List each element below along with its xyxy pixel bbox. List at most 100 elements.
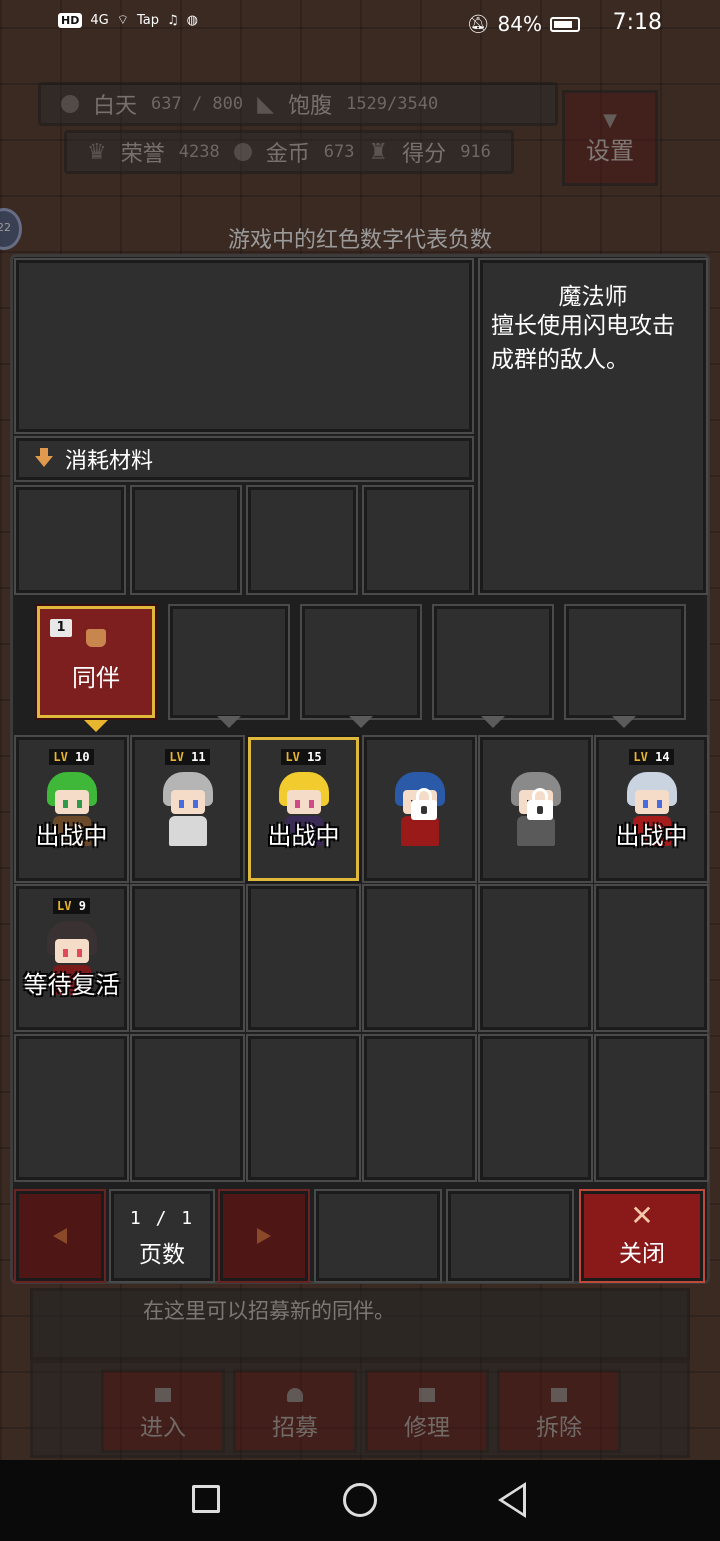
material-slot[interactable]	[14, 485, 126, 595]
chevron-down-icon	[349, 716, 373, 728]
settings-icon: ▼	[603, 110, 617, 131]
hero-cell[interactable]: LV 14 出战中	[594, 735, 709, 883]
recruit-hint: 在这里可以招募新的同伴。	[143, 1299, 395, 1323]
food-icon: ◣	[257, 91, 275, 117]
team-slot-2[interactable]	[168, 604, 290, 720]
hero-cell-empty[interactable]	[594, 884, 709, 1032]
score-label: 得分	[402, 142, 447, 167]
description-box: 魔法师 擅长使用闪电攻击成群的敌人。	[478, 258, 708, 595]
level-badge: LV 15	[251, 749, 356, 765]
trophy-icon: ♜	[368, 139, 389, 165]
next-page-button[interactable]	[218, 1189, 310, 1283]
hero-preview	[14, 258, 474, 434]
hero-cell-empty[interactable]	[594, 1034, 709, 1182]
hero-status: 等待复活	[23, 971, 120, 999]
crown-icon: ♛	[87, 139, 107, 165]
music-icon: ♫	[166, 12, 179, 28]
settings-label: 设置	[586, 137, 634, 165]
prev-page-button[interactable]	[14, 1189, 106, 1283]
hero-status: 出战中	[267, 822, 340, 850]
hero-cell-empty[interactable]	[246, 884, 361, 1032]
clock: 7:18	[612, 10, 662, 35]
battery-icon	[550, 16, 580, 32]
house-icon	[155, 1388, 171, 1402]
team-slot-3[interactable]	[300, 604, 422, 720]
hero-status: 出战中	[615, 822, 688, 850]
hud-row-top: 白天 637 / 800 ◣ 饱腹 1529/3540	[38, 82, 558, 126]
hero-cell-empty[interactable]	[246, 1034, 361, 1182]
page-label: 页数	[139, 1242, 185, 1268]
page-count: 1 / 1	[129, 1208, 195, 1229]
day-label: 白天	[93, 94, 138, 119]
hero-cell-empty[interactable]	[130, 884, 245, 1032]
back-button[interactable]	[498, 1482, 526, 1518]
level-badge: LV 9	[19, 898, 124, 914]
hero-cell-empty[interactable]	[130, 1034, 245, 1182]
wifi-icon: ⌔	[116, 13, 129, 28]
gold-label: 金币	[265, 142, 310, 167]
wechat-icon: ◍	[186, 12, 198, 28]
hint-top: 游戏中的红色数字代表负数	[227, 228, 492, 253]
recent-apps-button[interactable]	[192, 1485, 220, 1513]
honor-value: 4238	[178, 142, 220, 162]
consume-label: 消耗材料	[65, 449, 154, 474]
home-button[interactable]	[343, 1483, 377, 1517]
satiety-value: 1529/3540	[346, 94, 439, 114]
class-description: 擅长使用闪电攻击成群的敌人。	[491, 313, 675, 373]
page-indicator: 1 / 1 页数	[109, 1189, 215, 1283]
hero-cell-empty[interactable]	[478, 1034, 593, 1182]
recruit-label: 招募	[272, 1415, 318, 1441]
signal-icon: 4G	[90, 12, 109, 28]
hero-cell-locked[interactable]	[362, 735, 477, 883]
system-nav-bar	[0, 1460, 720, 1541]
hero-cell[interactable]: LV 11	[130, 735, 245, 883]
repair-label: 修理	[404, 1415, 450, 1441]
hero-cell-empty[interactable]	[478, 884, 593, 1032]
hero-sprite	[155, 772, 221, 850]
lock-icon	[527, 788, 553, 820]
honor-label: 荣誉	[120, 142, 165, 167]
coin-icon	[233, 143, 252, 161]
settings-button[interactable]: ▼ 设置	[562, 90, 658, 186]
hero-cell-selected[interactable]: LV 15 出战中	[246, 735, 361, 883]
material-slot[interactable]	[130, 485, 242, 595]
arrow-right-icon	[257, 1228, 271, 1244]
lock-icon	[411, 788, 437, 820]
hammer-icon	[419, 1388, 435, 1402]
hud-row-bottom: ♛ 荣誉 4238 金币 673 ♜ 得分 916	[64, 130, 514, 174]
hero-cell-empty[interactable]	[362, 1034, 477, 1182]
consume-bar: 消耗材料	[14, 436, 474, 482]
hero-cell[interactable]: LV 9 等待复活	[14, 884, 129, 1032]
enter-button[interactable]: 进入	[101, 1369, 225, 1453]
demolish-button[interactable]: 拆除	[497, 1369, 621, 1453]
close-label: 关闭	[619, 1241, 665, 1267]
axe-icon	[551, 1388, 567, 1402]
recruit-button[interactable]: 招募	[233, 1369, 357, 1453]
taptap-icon: Tap	[136, 12, 159, 28]
chevron-down-icon	[84, 720, 108, 732]
hero-cell[interactable]: LV 10 出战中	[14, 735, 129, 883]
hero-cell-empty[interactable]	[14, 1034, 129, 1182]
level-badge: LV 14	[599, 749, 704, 765]
day-value: 637 / 800	[151, 94, 244, 114]
arrow-left-icon	[53, 1228, 67, 1244]
team-slot-5[interactable]	[564, 604, 686, 720]
team-slot-1[interactable]: 1 同伴	[35, 604, 157, 720]
mute-icon: 🔕︎	[466, 13, 490, 35]
level-badge: LV 10	[19, 749, 124, 765]
hero-cell-locked[interactable]	[478, 735, 593, 883]
armor-icon	[86, 629, 106, 647]
material-slot[interactable]	[362, 485, 474, 595]
close-icon: ✕	[630, 1199, 654, 1232]
demolish-label: 拆除	[536, 1415, 582, 1441]
team-slot-4[interactable]	[432, 604, 554, 720]
arrow-down-icon	[35, 447, 53, 467]
recruit-hint-box: 在这里可以招募新的同伴。	[30, 1288, 690, 1360]
close-button[interactable]: ✕ 关闭	[579, 1189, 705, 1283]
score-value: 916	[460, 142, 491, 162]
sun-icon	[61, 95, 79, 113]
battery-percent: 84%	[497, 12, 542, 36]
hero-cell-empty[interactable]	[362, 884, 477, 1032]
material-slot[interactable]	[246, 485, 358, 595]
repair-button[interactable]: 修理	[365, 1369, 489, 1453]
